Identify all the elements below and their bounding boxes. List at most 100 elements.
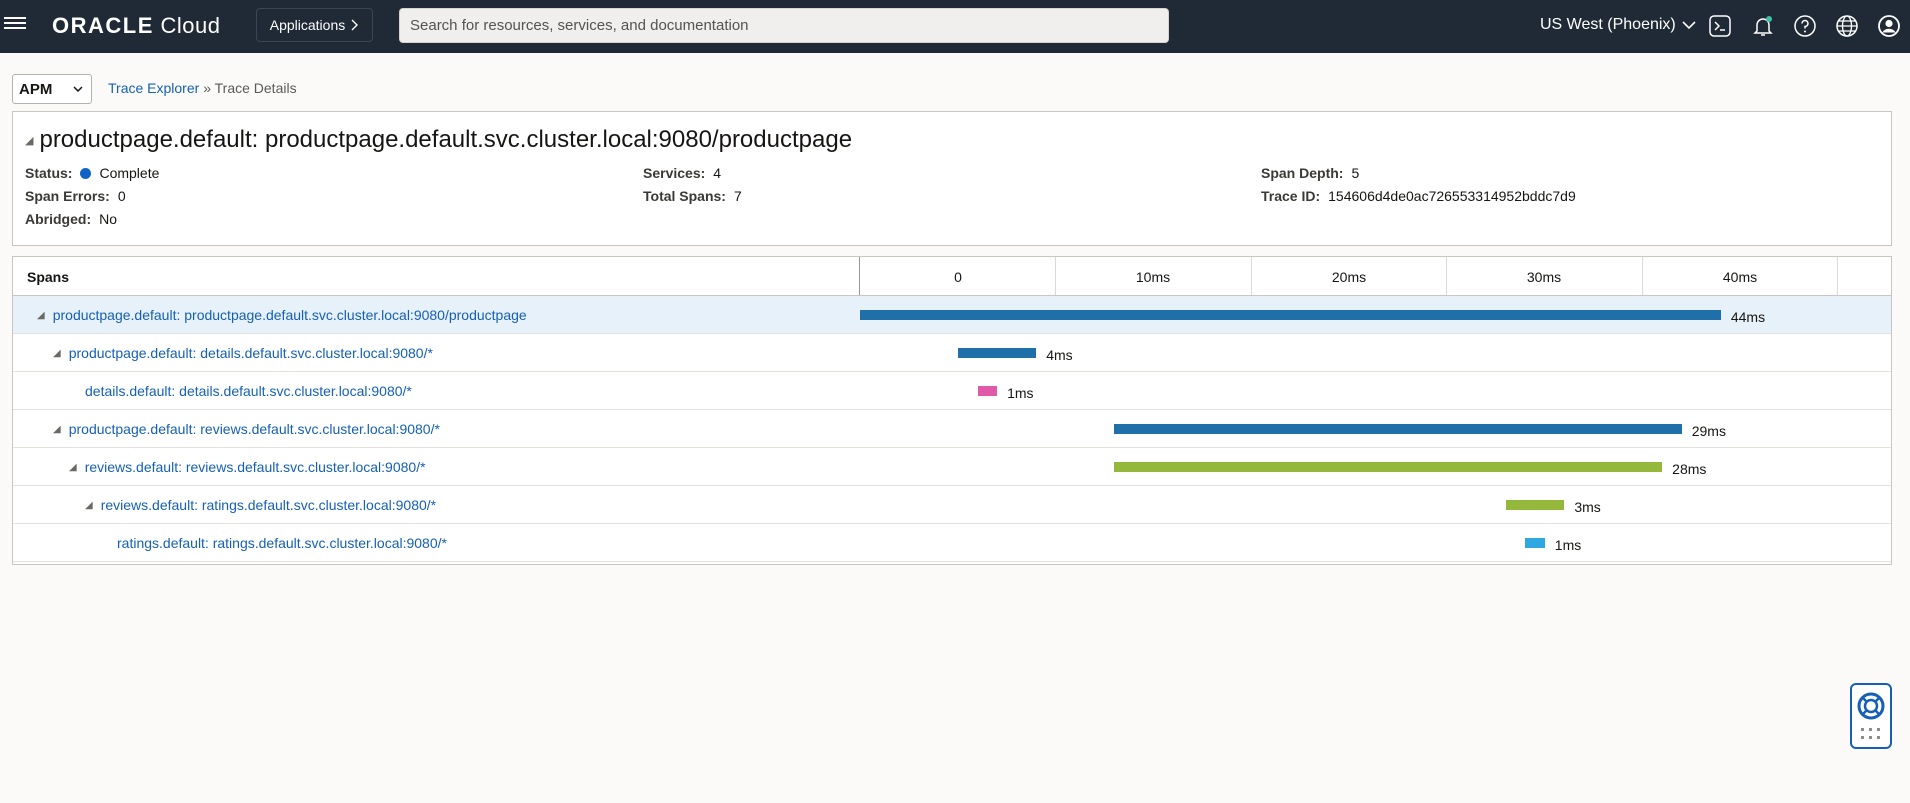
span-name-link[interactable]: ratings.default: ratings.default.svc.clu… — [117, 535, 447, 551]
trace-summary-panel: ◢ productpage.default: productpage.defau… — [12, 111, 1892, 246]
notifications-bell-icon[interactable] — [1750, 13, 1776, 39]
span-row[interactable]: ◢ productpage.default: details.default.sv… — [13, 334, 1891, 372]
trace-title-text: productpage.default: productpage.default… — [39, 126, 853, 153]
span-name: ◢ productpage.default: details.default.sv… — [53, 345, 433, 361]
search-input[interactable] — [399, 8, 1169, 43]
apm-selector-value: APM — [19, 80, 53, 98]
status-indicator-icon — [80, 167, 92, 179]
region-label: US West (Phoenix) — [1540, 16, 1676, 33]
span-row[interactable]: ◢ productpage.default: reviews.default.sv… — [13, 410, 1891, 448]
span-name: details.default: details.default.svc.clu… — [85, 383, 412, 399]
oracle-cloud-logo[interactable]: ORACLE Cloud — [52, 13, 221, 39]
span-errors-value: 0 — [117, 188, 126, 204]
span-errors-label: Span Errors: — [25, 188, 110, 204]
timeline-tick-label: 0 — [954, 269, 962, 285]
timeline-tick-label: 10ms — [1135, 269, 1171, 285]
trace-id-field: Trace ID: 154606d4de0ac726553314952bddc7… — [1261, 188, 1576, 204]
span-duration-bar[interactable] — [1525, 538, 1545, 548]
span-name: ratings.default: ratings.default.svc.clu… — [117, 535, 447, 551]
span-name-link[interactable]: productpage.default: details.default.svc… — [69, 345, 433, 361]
expand-triangle-icon[interactable]: ◢ — [37, 310, 45, 321]
spans-column-header: Spans — [27, 269, 70, 285]
tick-divider — [1446, 257, 1447, 295]
span-duration-bar[interactable] — [1114, 424, 1682, 434]
services-label: Services: — [643, 165, 706, 181]
hamburger-menu-icon[interactable] — [4, 14, 28, 38]
cloud-shell-icon[interactable] — [1707, 13, 1733, 39]
total-spans-value: 7 — [733, 188, 742, 204]
expand-triangle-icon[interactable]: ◢ — [53, 348, 61, 359]
apm-domain-selector[interactable]: APM — [12, 74, 92, 104]
span-name: ◢ productpage.default: productpage.defaul… — [37, 307, 527, 323]
span-name-link[interactable]: productpage.default: reviews.default.svc… — [69, 421, 440, 437]
span-row[interactable]: ◢ productpage.default: productpage.defaul… — [13, 296, 1891, 334]
breadcrumb-trace-explorer-link[interactable]: Trace Explorer — [108, 80, 199, 96]
span-duration-bar[interactable] — [860, 310, 1721, 320]
trace-title: ◢ productpage.default: productpage.defau… — [25, 126, 852, 154]
span-duration-label: 28ms — [1672, 461, 1707, 477]
span-depth-label: Span Depth: — [1261, 165, 1344, 181]
expand-triangle-icon[interactable]: ◢ — [53, 424, 61, 435]
applications-label: Applications — [269, 17, 346, 33]
spans-table-header: Spans 0 10ms 20ms 30ms 40ms — [13, 257, 1891, 296]
grip-dots-icon[interactable] — [1859, 727, 1883, 741]
span-duration-bar[interactable] — [1114, 462, 1663, 472]
span-depth-field: Span Depth: 5 — [1261, 165, 1359, 181]
span-duration-label: 1ms — [1554, 537, 1582, 553]
tick-divider — [1837, 257, 1838, 295]
span-name: ◢ reviews.default: reviews.default.svc.cl… — [69, 459, 426, 475]
span-row[interactable]: ◢ reviews.default: reviews.default.svc.cl… — [13, 448, 1891, 486]
span-name-link[interactable]: reviews.default: reviews.default.svc.clu… — [85, 459, 426, 475]
help-widget[interactable] — [1850, 683, 1892, 749]
timeline-tick-label: 40ms — [1722, 269, 1758, 285]
span-duration-label: 29ms — [1691, 423, 1726, 439]
status-label: Status: — [25, 165, 73, 181]
profile-avatar-icon[interactable] — [1876, 13, 1902, 39]
lifebuoy-icon — [1857, 692, 1885, 720]
abridged-value: No — [99, 211, 118, 227]
span-row[interactable]: ◢ reviews.default: ratings.default.svc.cl… — [13, 486, 1891, 524]
span-name: ◢ productpage.default: reviews.default.sv… — [53, 421, 440, 437]
span-duration-bar[interactable] — [977, 386, 998, 396]
span-row[interactable]: details.default: details.default.svc.clu… — [13, 372, 1891, 410]
span-errors-field: Span Errors: 0 — [25, 188, 126, 204]
span-name: ◢ reviews.default: ratings.default.svc.cl… — [85, 497, 436, 513]
span-name-link[interactable]: reviews.default: ratings.default.svc.clu… — [101, 497, 436, 513]
span-name-link[interactable]: productpage.default: productpage.default… — [53, 307, 527, 323]
status-value: Complete — [99, 165, 160, 181]
span-duration-label: 1ms — [1007, 385, 1034, 401]
services-field: Services: 4 — [643, 165, 721, 181]
tick-divider — [1642, 257, 1643, 295]
timeline-tick-label: 30ms — [1526, 269, 1562, 285]
language-globe-icon[interactable] — [1834, 13, 1860, 39]
expand-triangle-icon[interactable]: ◢ — [69, 462, 77, 473]
abridged-field: Abridged: No — [25, 211, 117, 227]
span-duration-label: 4ms — [1046, 347, 1073, 363]
expand-triangle-icon[interactable]: ◢ — [85, 500, 93, 511]
region-selector[interactable]: US West (Phoenix) — [1540, 16, 1696, 34]
abridged-label: Abridged: — [25, 211, 92, 227]
services-value: 4 — [713, 165, 722, 181]
collapse-triangle-icon[interactable]: ◢ — [25, 134, 33, 147]
help-icon[interactable] — [1792, 13, 1818, 39]
timeline-tick-label: 20ms — [1331, 269, 1367, 285]
tick-divider — [1251, 257, 1252, 295]
span-duration-bar[interactable] — [958, 348, 1037, 358]
column-divider[interactable] — [859, 257, 860, 295]
total-spans-label: Total Spans: — [643, 188, 726, 204]
chevron-down-icon — [1682, 20, 1696, 29]
span-duration-bar[interactable] — [1505, 500, 1565, 510]
trace-id-label: Trace ID: — [1261, 188, 1321, 204]
span-row[interactable]: ratings.default: ratings.default.svc.clu… — [13, 524, 1891, 562]
trace-id-value: 154606d4de0ac726553314952bddc7d9 — [1328, 188, 1576, 204]
breadcrumb-current: Trace Details — [214, 80, 297, 96]
total-spans-field: Total Spans: 7 — [643, 188, 742, 204]
breadcrumb: Trace Explorer » Trace Details — [108, 80, 297, 96]
span-name-link[interactable]: details.default: details.default.svc.clu… — [85, 383, 412, 399]
span-depth-value: 5 — [1351, 165, 1360, 181]
top-navigation-bar: ORACLE Cloud Applications US West (Phoen… — [0, 0, 1910, 53]
spans-table: Spans 0 10ms 20ms 30ms 40ms ◢ productpage… — [12, 256, 1892, 565]
applications-button[interactable]: Applications — [256, 8, 373, 42]
span-duration-label: 3ms — [1574, 499, 1601, 515]
span-duration-label: 44ms — [1730, 309, 1766, 325]
